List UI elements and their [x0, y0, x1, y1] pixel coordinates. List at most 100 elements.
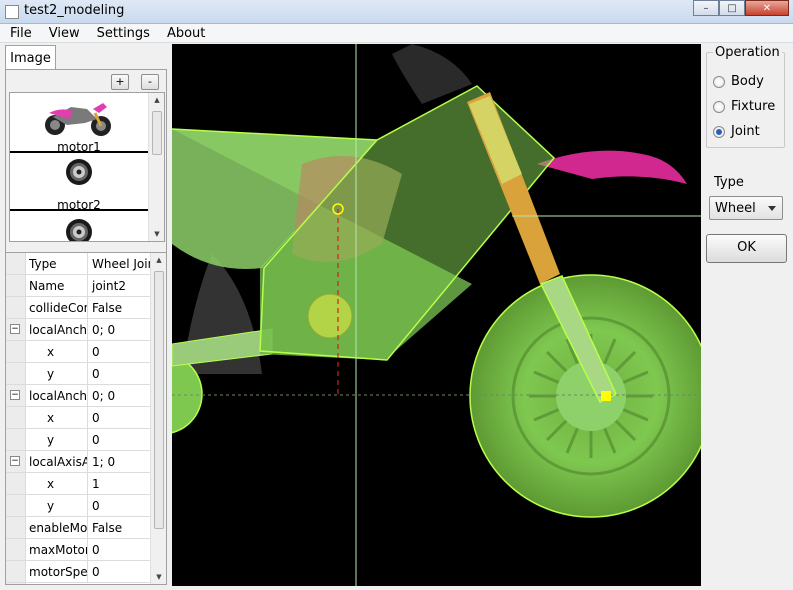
remove-image-button[interactable]: - — [141, 74, 159, 90]
property-key: localAxisA — [26, 451, 88, 473]
menu-about[interactable]: About — [157, 24, 212, 42]
property-row[interactable]: x1 — [6, 473, 152, 495]
select-value: Wheel — [715, 201, 756, 216]
property-key: enableMotor — [26, 517, 88, 539]
property-key: y — [26, 363, 88, 385]
property-row[interactable]: enableMotorFalse — [6, 517, 152, 539]
property-scrollbar[interactable]: ▲ ▼ — [150, 253, 166, 584]
list-item-motor3[interactable] — [10, 213, 148, 241]
radio-label: Body — [731, 74, 764, 89]
minimize-button[interactable]: – — [693, 0, 719, 16]
list-item-motor2[interactable]: motor2 — [10, 153, 148, 212]
property-value[interactable]: 0 — [89, 341, 152, 363]
radio-label: Fixture — [731, 99, 776, 114]
property-key: localAnchorB — [26, 385, 88, 407]
motorbike-scene[interactable] — [172, 44, 701, 586]
property-row[interactable]: x0 — [6, 407, 152, 429]
collapse-icon[interactable]: − — [10, 456, 20, 466]
property-value[interactable]: 1; 0 — [89, 451, 152, 473]
scroll-up-icon[interactable]: ▲ — [151, 253, 166, 267]
property-value[interactable]: 0 — [89, 495, 152, 517]
property-row[interactable]: Name joint2 — [6, 275, 152, 297]
property-key: y — [26, 429, 88, 451]
property-key: x — [26, 341, 88, 363]
property-row[interactable]: collideConnectedFalse — [6, 297, 152, 319]
right-panel: Operation Body Fixture Joint Type Wheel … — [702, 44, 793, 586]
motorbike-thumbnail-icon — [45, 103, 111, 136]
maximize-button[interactable]: □ — [719, 0, 745, 16]
ok-button[interactable]: OK — [706, 234, 787, 263]
image-list: motor1 motor2 ▲ ▼ — [9, 92, 165, 242]
property-value[interactable]: False — [89, 297, 152, 319]
property-key: maxMotorTorque — [26, 539, 88, 561]
property-value[interactable]: 0 — [89, 539, 152, 561]
property-value[interactable]: 0 — [89, 363, 152, 385]
app-icon — [5, 5, 19, 19]
operation-title: Operation — [713, 45, 782, 60]
menu-settings[interactable]: Settings — [87, 24, 157, 42]
scroll-down-icon[interactable]: ▼ — [149, 227, 164, 241]
title-bar: test2_modeling – □ ✕ — [0, 0, 793, 24]
radio-button-icon[interactable] — [713, 101, 725, 113]
property-row[interactable]: y0 — [6, 429, 152, 451]
property-value[interactable]: 0 — [89, 561, 152, 583]
radio-joint[interactable]: Joint — [713, 123, 788, 141]
property-row[interactable]: motorSpeed0 — [6, 561, 152, 583]
property-row[interactable]: −localAnchorB0; 0 — [6, 385, 152, 407]
window-title: test2_modeling — [24, 3, 125, 18]
scroll-thumb[interactable] — [152, 111, 162, 155]
menu-bar: File View Settings About — [0, 24, 793, 43]
property-key: collideConnected — [26, 297, 88, 319]
collapse-icon[interactable]: − — [10, 390, 20, 400]
property-grid: TypeWheel JointNamejoint2collideConnecte… — [5, 252, 167, 585]
image-list-scrollbar[interactable]: ▲ ▼ — [148, 93, 164, 241]
scroll-thumb[interactable] — [154, 271, 164, 529]
type-group: Type Wheel — [706, 175, 785, 226]
menu-file[interactable]: File — [0, 24, 39, 42]
chevron-down-icon — [768, 206, 776, 211]
radio-fixture[interactable]: Fixture — [713, 98, 788, 116]
property-row[interactable]: y0 — [6, 363, 152, 385]
collapse-icon[interactable]: − — [10, 324, 20, 334]
property-value[interactable]: 0 — [89, 407, 152, 429]
radio-button-icon[interactable] — [713, 126, 725, 138]
property-value[interactable]: 0; 0 — [89, 319, 152, 341]
list-item-motor1[interactable]: motor1 — [10, 95, 148, 154]
close-button[interactable]: ✕ — [745, 0, 789, 16]
tab-image[interactable]: Image — [5, 45, 56, 70]
property-value[interactable]: 1 — [89, 473, 152, 495]
oil-tank-shape[interactable] — [307, 293, 353, 339]
property-row[interactable]: x0 — [6, 341, 152, 363]
property-key: x — [26, 473, 88, 495]
type-title: Type — [714, 175, 744, 190]
radio-body[interactable]: Body — [713, 73, 788, 91]
scene-canvas[interactable] — [172, 44, 701, 586]
property-value[interactable]: 0 — [89, 429, 152, 451]
property-value[interactable]: False — [89, 517, 152, 539]
radio-button-icon[interactable] — [713, 76, 725, 88]
operation-group: Operation Body Fixture Joint — [706, 45, 788, 148]
list-item-label: motor1 — [57, 140, 101, 154]
property-row[interactable]: maxMotorTorque0 — [6, 539, 152, 561]
add-image-button[interactable]: + — [111, 74, 129, 90]
menu-view[interactable]: View — [39, 24, 87, 42]
window-controls: – □ ✕ — [693, 0, 789, 16]
wheel-thumbnail-icon — [66, 159, 92, 185]
property-key: motorSpeed — [26, 561, 88, 583]
property-value[interactable]: Wheel Joint — [89, 253, 152, 275]
property-key: y — [26, 495, 88, 517]
scroll-up-icon[interactable]: ▲ — [149, 93, 164, 107]
property-row[interactable]: −localAnchorA0; 0 — [6, 319, 152, 341]
property-key: localAnchorA — [26, 319, 88, 341]
joint-type-select[interactable]: Wheel — [709, 196, 783, 220]
scroll-down-icon[interactable]: ▼ — [151, 570, 166, 584]
property-row[interactable]: y0 — [6, 495, 152, 517]
front-fender — [537, 150, 687, 184]
property-row[interactable]: TypeWheel Joint — [6, 253, 152, 275]
property-key: Type — [26, 253, 88, 275]
property-value[interactable]: joint2 — [89, 275, 152, 297]
left-panel: Image + - motor1 motor2 ▲ ▼ Type Wheel J… — [3, 44, 169, 586]
property-row[interactable]: − localAxisA 1; 0 — [6, 451, 152, 473]
joint-anchor-b-icon[interactable] — [601, 391, 611, 401]
property-value[interactable]: 0; 0 — [89, 385, 152, 407]
